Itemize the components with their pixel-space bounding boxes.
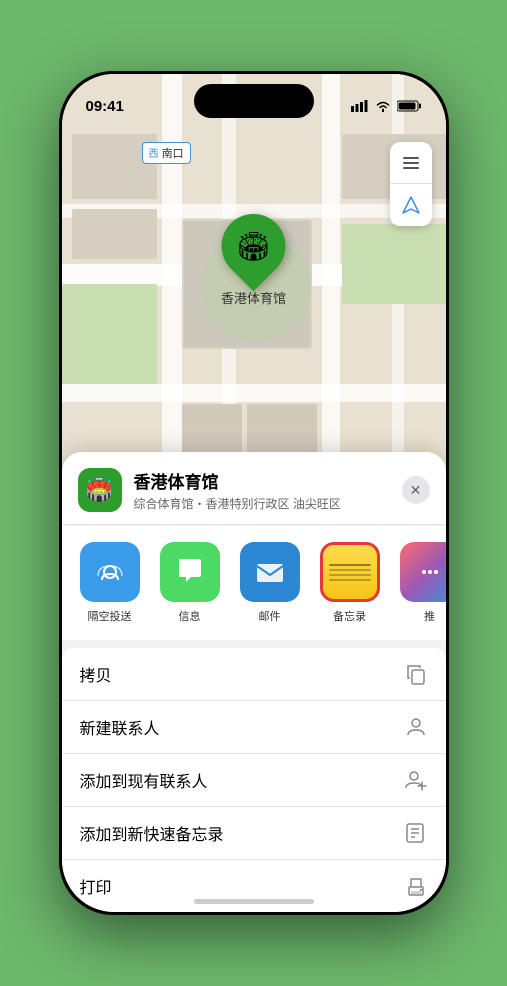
- more-label: 推: [424, 608, 435, 624]
- mail-icon-wrap: [240, 542, 300, 602]
- share-row: 隔空投送 信息: [62, 526, 446, 640]
- notes-line-3: [329, 574, 371, 576]
- quick-note-icon: [404, 821, 428, 845]
- bottom-sheet: 🏟️ 香港体育馆 综合体育馆・香港特别行政区 油尖旺区 ✕: [62, 452, 446, 912]
- sheet-header: 🏟️ 香港体育馆 综合体育馆・香港特别行政区 油尖旺区 ✕: [62, 452, 446, 525]
- location-arrow-icon: [400, 194, 422, 216]
- airdrop-icon-wrap: [80, 542, 140, 602]
- wifi-icon: [375, 100, 391, 112]
- map-controls[interactable]: [390, 142, 432, 226]
- action-add-existing-label: 添加到现有联系人: [80, 768, 208, 792]
- map-label-text: 南口: [162, 148, 184, 160]
- phone-frame: 09:41: [59, 71, 449, 915]
- share-message[interactable]: 信息: [154, 542, 226, 624]
- action-copy[interactable]: 拷贝: [62, 648, 446, 701]
- home-indicator: [194, 899, 314, 904]
- print-icon: [404, 874, 428, 898]
- message-icon-wrap: [160, 542, 220, 602]
- notes-line-4: [329, 579, 371, 581]
- airdrop-icon: [94, 556, 126, 588]
- action-print-label: 打印: [80, 874, 112, 898]
- share-notes[interactable]: 备忘录: [314, 542, 386, 624]
- venue-name: 香港体育馆: [134, 468, 390, 493]
- notes-lines: [323, 558, 377, 587]
- mail-label: 邮件: [259, 608, 281, 624]
- status-time: 09:41: [86, 98, 124, 115]
- action-new-contact-label: 新建联系人: [80, 715, 160, 739]
- map-layers-button[interactable]: [390, 142, 432, 184]
- layers-icon: [400, 152, 422, 174]
- action-print[interactable]: 打印: [62, 860, 446, 912]
- battery-icon: [397, 100, 422, 112]
- venue-icon: 🏟️: [78, 468, 122, 512]
- notes-line-1: [329, 564, 371, 566]
- message-label: 信息: [179, 608, 201, 624]
- signal-icon: [351, 100, 369, 112]
- action-add-existing-contact[interactable]: 添加到现有联系人: [62, 754, 446, 807]
- close-icon: ✕: [410, 482, 422, 499]
- action-quick-note[interactable]: 添加到新快速备忘录: [62, 807, 446, 860]
- action-quick-note-label: 添加到新快速备忘录: [80, 821, 224, 845]
- venue-description: 综合体育馆・香港特别行政区 油尖旺区: [134, 495, 390, 512]
- message-icon: [173, 555, 207, 589]
- share-more[interactable]: 推: [394, 542, 446, 624]
- add-to-contact-icon: [404, 768, 428, 792]
- mail-icon: [253, 555, 287, 589]
- new-contact-icon: [404, 715, 428, 739]
- share-airdrop[interactable]: 隔空投送: [74, 542, 146, 624]
- map-background: 西 南口: [62, 74, 446, 504]
- copy-icon: [404, 662, 428, 686]
- action-copy-label: 拷贝: [80, 662, 112, 686]
- location-pin: 🏟 香港体育馆: [221, 214, 286, 307]
- venue-emoji: 🏟️: [86, 477, 113, 503]
- notes-icon-wrap: [320, 542, 380, 602]
- phone-screen: 09:41: [62, 74, 446, 912]
- notes-label: 备忘录: [333, 608, 366, 624]
- dynamic-island: [194, 84, 314, 118]
- location-button[interactable]: [390, 184, 432, 226]
- more-icon-wrap: [400, 542, 446, 602]
- pin-marker: 🏟: [208, 201, 299, 292]
- pin-icon: 🏟: [236, 230, 272, 263]
- map-label-prefix: 西: [149, 149, 159, 160]
- notes-line-2: [329, 569, 371, 571]
- action-new-contact[interactable]: 新建联系人: [62, 701, 446, 754]
- action-list: 拷贝 新建联系人 添加到现有联系人: [62, 648, 446, 912]
- airdrop-label: 隔空投送: [88, 608, 132, 624]
- status-icons: [351, 100, 422, 112]
- map-label: 西 南口: [142, 142, 191, 164]
- share-mail[interactable]: 邮件: [234, 542, 306, 624]
- venue-info: 香港体育馆 综合体育馆・香港特别行政区 油尖旺区: [134, 468, 390, 512]
- close-button[interactable]: ✕: [402, 476, 430, 504]
- more-dots-icon: [420, 562, 440, 582]
